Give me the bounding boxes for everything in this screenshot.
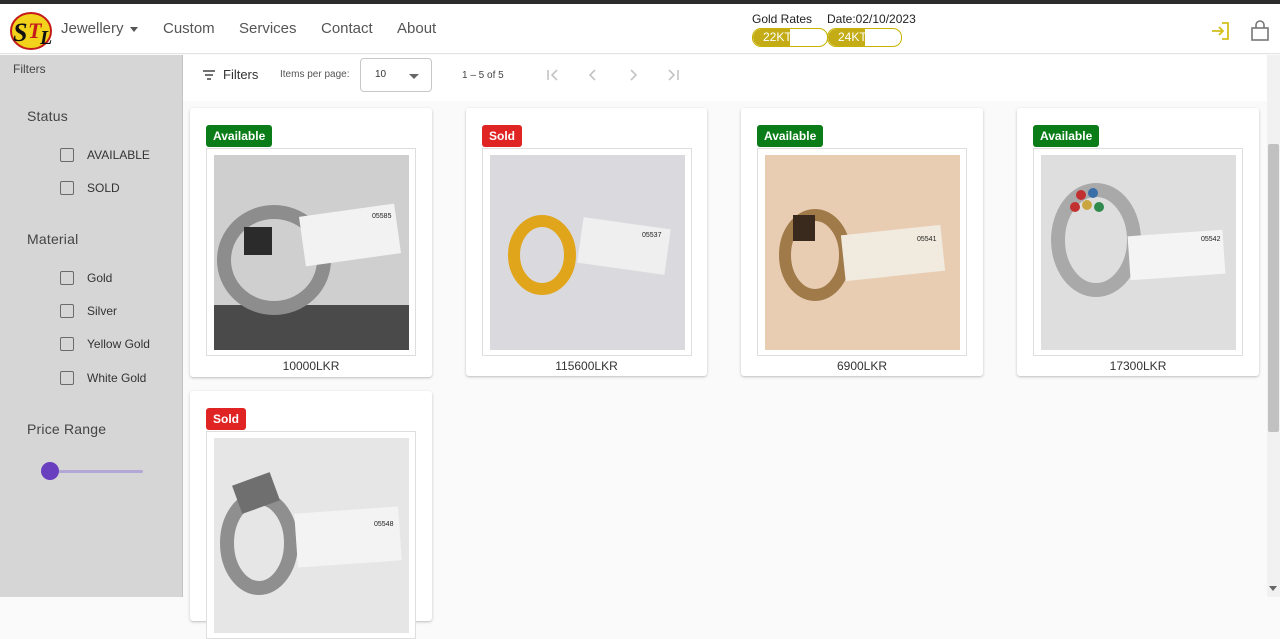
product-price: 17300LKR xyxy=(1109,359,1167,373)
tag-code: 05542 xyxy=(1201,236,1221,243)
product-price: 115600LKR xyxy=(555,359,618,373)
checkbox[interactable] xyxy=(60,304,74,318)
rate-pill-label: 24KT xyxy=(838,30,867,44)
product-price: 6900LKR xyxy=(836,359,888,373)
nav-jewellery-label: Jewellery xyxy=(61,20,124,37)
scroll-down-icon[interactable] xyxy=(1269,586,1277,591)
product-card[interactable]: Available 05541 6900LKR xyxy=(741,108,983,376)
product-card[interactable]: Sold 05548 xyxy=(190,391,432,639)
items-per-page-label: Items per page: xyxy=(280,69,350,80)
login-icon[interactable] xyxy=(1210,20,1232,42)
status-badge: Sold xyxy=(482,125,522,147)
tag-code: 05541 xyxy=(917,236,937,243)
filters-toggle-button[interactable]: Filters xyxy=(203,67,258,82)
status-badge: Sold xyxy=(206,408,246,430)
chevron-down-icon xyxy=(129,26,138,32)
checkbox-label: Gold xyxy=(87,271,113,285)
status-badge: Available xyxy=(1033,125,1100,147)
status-option-sold[interactable]: SOLD xyxy=(60,179,120,197)
material-option-silver[interactable]: Silver xyxy=(60,302,117,320)
previous-page-icon[interactable] xyxy=(582,65,604,85)
checkbox[interactable] xyxy=(60,271,74,285)
product-image[interactable]: 05548 xyxy=(214,438,409,633)
filter-icon xyxy=(203,69,215,80)
checkbox-label: White Gold xyxy=(87,371,147,385)
nav-about[interactable]: About xyxy=(397,20,436,37)
first-page-icon[interactable] xyxy=(542,65,564,85)
items-per-page-value: 10 xyxy=(375,69,387,80)
nav-jewellery[interactable]: Jewellery xyxy=(61,20,138,37)
store-logo[interactable]: S T L xyxy=(8,8,54,52)
status-filter-title: Status xyxy=(27,108,68,124)
product-image[interactable]: 05585 xyxy=(214,155,409,350)
product-price: 10000LKR xyxy=(282,359,340,373)
product-image-frame: 05542 xyxy=(1033,148,1243,356)
next-page-icon[interactable] xyxy=(622,65,644,85)
material-option-yellow-gold[interactable]: Yellow Gold xyxy=(60,335,150,353)
filter-sidebar: Filters Status AVAILABLE SOLD Material G… xyxy=(0,55,183,597)
product-image-frame: 05541 xyxy=(757,148,967,356)
filters-button-label: Filters xyxy=(223,67,259,82)
product-image[interactable]: 05541 xyxy=(765,155,960,350)
product-image-frame: 05585 xyxy=(206,148,416,356)
last-page-icon[interactable] xyxy=(662,65,684,85)
product-image[interactable]: 05537 xyxy=(490,155,685,350)
gold-rates-date: Date:02/10/2023 xyxy=(827,12,916,26)
product-image[interactable]: 05542 xyxy=(1041,155,1236,350)
scrollbar-thumb[interactable] xyxy=(1268,144,1279,432)
product-card[interactable]: Sold 05537 115600LKR xyxy=(466,108,707,376)
svg-text:S: S xyxy=(13,18,27,47)
svg-text:L: L xyxy=(39,27,52,49)
product-card[interactable]: Available 05542 17300LKR xyxy=(1017,108,1259,376)
material-option-gold[interactable]: Gold xyxy=(60,269,112,287)
nav-custom[interactable]: Custom xyxy=(163,20,215,37)
rate-pill-22kt[interactable]: 22KT xyxy=(752,28,828,47)
checkbox-label: AVAILABLE xyxy=(87,148,150,162)
checkbox-label: Yellow Gold xyxy=(87,337,150,351)
tag-code: 05585 xyxy=(372,213,392,220)
dropdown-arrow-icon xyxy=(409,74,419,79)
gold-rates-label: Gold Rates xyxy=(752,12,813,26)
material-filter-title: Material xyxy=(27,231,79,247)
status-option-available[interactable]: AVAILABLE xyxy=(60,146,150,164)
checkbox[interactable] xyxy=(60,371,74,385)
material-option-white-gold[interactable]: White Gold xyxy=(60,369,146,387)
checkbox-label: Silver xyxy=(87,304,118,318)
checkbox[interactable] xyxy=(60,181,74,195)
tag-code: 05537 xyxy=(642,232,662,239)
results-toolbar: Filters Items per page: 10 1 – 5 of 5 xyxy=(183,55,1267,101)
product-image-frame: 05548 xyxy=(206,431,416,639)
checkbox-label: SOLD xyxy=(87,181,120,195)
site-header: S T L Jewellery Custom Services Contact … xyxy=(0,4,1280,54)
shopping-bag-icon[interactable] xyxy=(1249,20,1271,42)
nav-contact[interactable]: Contact xyxy=(321,20,373,37)
nav-services[interactable]: Services xyxy=(239,20,297,37)
status-badge: Available xyxy=(757,125,824,147)
checkbox[interactable] xyxy=(60,148,74,162)
price-range-title: Price Range xyxy=(27,421,107,437)
status-badge: Available xyxy=(206,125,273,147)
rate-pill-label: 22KT xyxy=(763,30,792,44)
rate-pill-24kt[interactable]: 24KT xyxy=(827,28,902,47)
sidebar-title: Filters xyxy=(13,62,46,76)
price-range-track[interactable] xyxy=(50,470,143,473)
product-image-frame: 05537 xyxy=(482,148,692,356)
product-card[interactable]: Available 05585 10000LKR xyxy=(190,108,432,377)
items-per-page-select[interactable]: 10 xyxy=(360,58,432,92)
checkbox[interactable] xyxy=(60,337,74,351)
pagination-range: 1 – 5 of 5 xyxy=(462,70,504,81)
tag-code: 05548 xyxy=(374,521,394,528)
price-range-thumb[interactable] xyxy=(41,462,59,480)
